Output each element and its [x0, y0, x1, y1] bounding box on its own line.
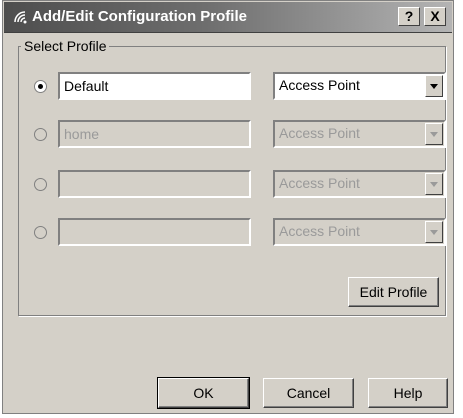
cancel-button[interactable]: Cancel — [263, 378, 354, 408]
profile-mode-select-4[interactable]: Access Point — [273, 218, 446, 246]
dropdown-button-3[interactable] — [425, 173, 443, 195]
profile-mode-select-1[interactable]: Access Point — [273, 72, 446, 100]
profile-mode-value-4: Access Point — [279, 223, 360, 239]
window-title: Add/Edit Configuration Profile — [32, 8, 247, 25]
close-button[interactable]: X — [424, 7, 446, 26]
profile-mode-value-3: Access Point — [279, 175, 360, 191]
profile-mode-select-2[interactable]: Access Point — [273, 120, 446, 148]
chevron-down-icon — [430, 132, 438, 137]
profile-name-field-1[interactable]: Default — [58, 72, 251, 100]
profile-radio-4[interactable] — [34, 226, 47, 239]
edit-profile-button[interactable]: Edit Profile — [348, 277, 439, 307]
chevron-down-icon — [430, 182, 438, 187]
radio-selected-dot — [38, 84, 43, 89]
dropdown-button-2[interactable] — [425, 123, 443, 145]
group-label: Select Profile — [21, 38, 110, 54]
profile-mode-value-1: Access Point — [279, 77, 360, 93]
profile-mode-value-2: Access Point — [279, 125, 360, 141]
chevron-down-icon — [430, 230, 438, 235]
profile-name-field-3[interactable] — [58, 170, 251, 198]
chevron-down-icon — [430, 84, 438, 89]
ok-button[interactable]: OK — [157, 377, 250, 409]
configuration-profile-dialog: Add/Edit Configuration Profile ? X Selec… — [2, 0, 454, 414]
profile-radio-3[interactable] — [34, 178, 47, 191]
help-button[interactable]: Help — [368, 378, 448, 408]
title-bar[interactable]: Add/Edit Configuration Profile ? X — [4, 2, 452, 33]
profile-radio-2[interactable] — [34, 128, 47, 141]
profile-name-field-4[interactable] — [58, 218, 251, 246]
wireless-signal-icon — [14, 11, 27, 24]
profile-name-field-2[interactable]: home — [58, 120, 251, 148]
help-title-button[interactable]: ? — [398, 7, 420, 26]
profile-radio-1[interactable] — [34, 80, 47, 93]
profile-mode-select-3[interactable]: Access Point — [273, 170, 446, 198]
dropdown-button-4[interactable] — [425, 221, 443, 243]
dropdown-button-1[interactable] — [425, 75, 443, 97]
